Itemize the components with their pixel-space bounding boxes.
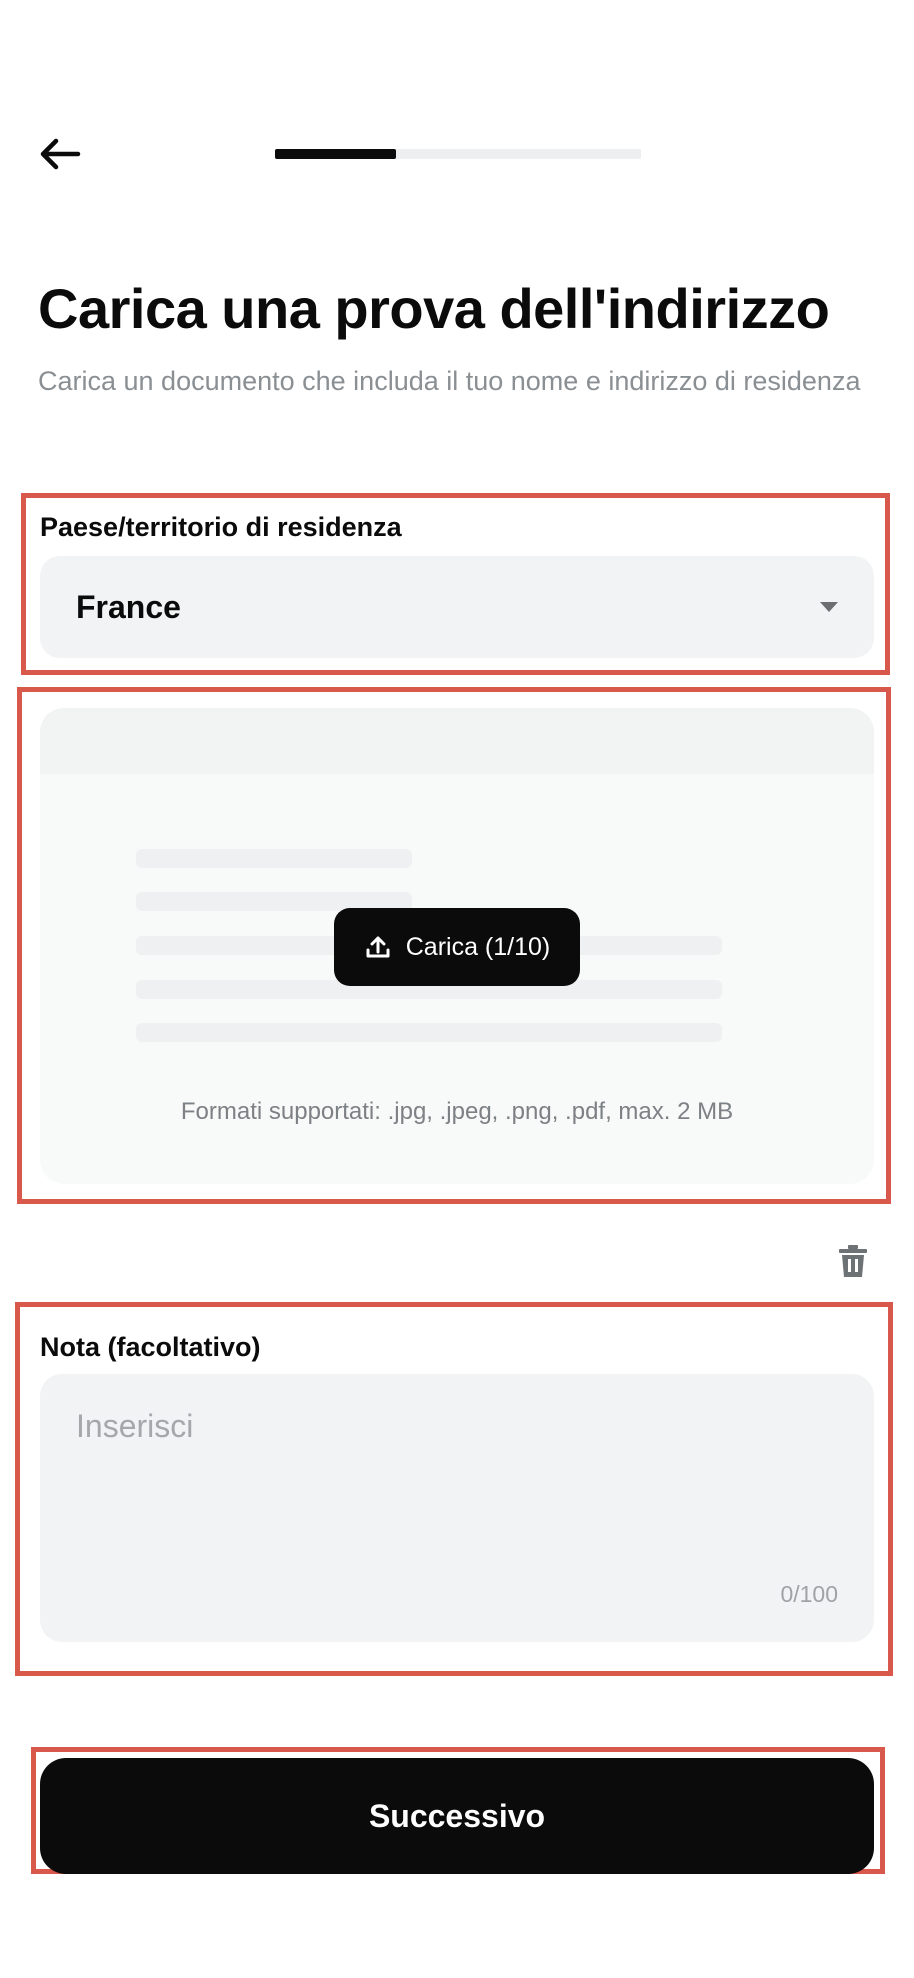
document-placeholder-line: [136, 1023, 722, 1042]
upload-button-label: Carica (1/10): [405, 932, 551, 961]
delete-button[interactable]: [838, 1244, 874, 1284]
country-label: Paese/territorio di residenza: [40, 512, 402, 542]
step-progress-bar: [275, 149, 641, 159]
upload-icon: [366, 936, 390, 958]
character-counter: 0/100: [780, 1581, 838, 1607]
country-value: France: [76, 588, 181, 625]
document-placeholder-line: [136, 849, 412, 868]
page-subtitle: Carica un documento che includa il tuo n…: [38, 366, 861, 396]
note-textarea[interactable]: Inserisci 0/100: [40, 1374, 874, 1642]
country-select[interactable]: France: [40, 556, 874, 658]
note-placeholder: Inserisci: [76, 1408, 194, 1444]
page-title: Carica una prova dell'indirizzo: [38, 277, 830, 340]
arrow-left-icon: [40, 138, 81, 170]
caret-down-icon: [820, 602, 838, 612]
document-preview-header: [40, 708, 874, 774]
step-progress-fill: [275, 149, 396, 159]
trash-icon: [839, 1245, 867, 1277]
supported-formats-text: Formati supportati: .jpg, .jpeg, .png, .…: [180, 1098, 734, 1125]
upload-dropzone[interactable]: Carica (1/10) Formati supportati: .jpg, …: [40, 708, 874, 1184]
next-button[interactable]: Successivo: [40, 1758, 874, 1874]
note-label: Nota (facoltativo): [40, 1332, 261, 1362]
back-button[interactable]: [34, 128, 86, 180]
upload-button[interactable]: Carica (1/10): [334, 908, 580, 986]
